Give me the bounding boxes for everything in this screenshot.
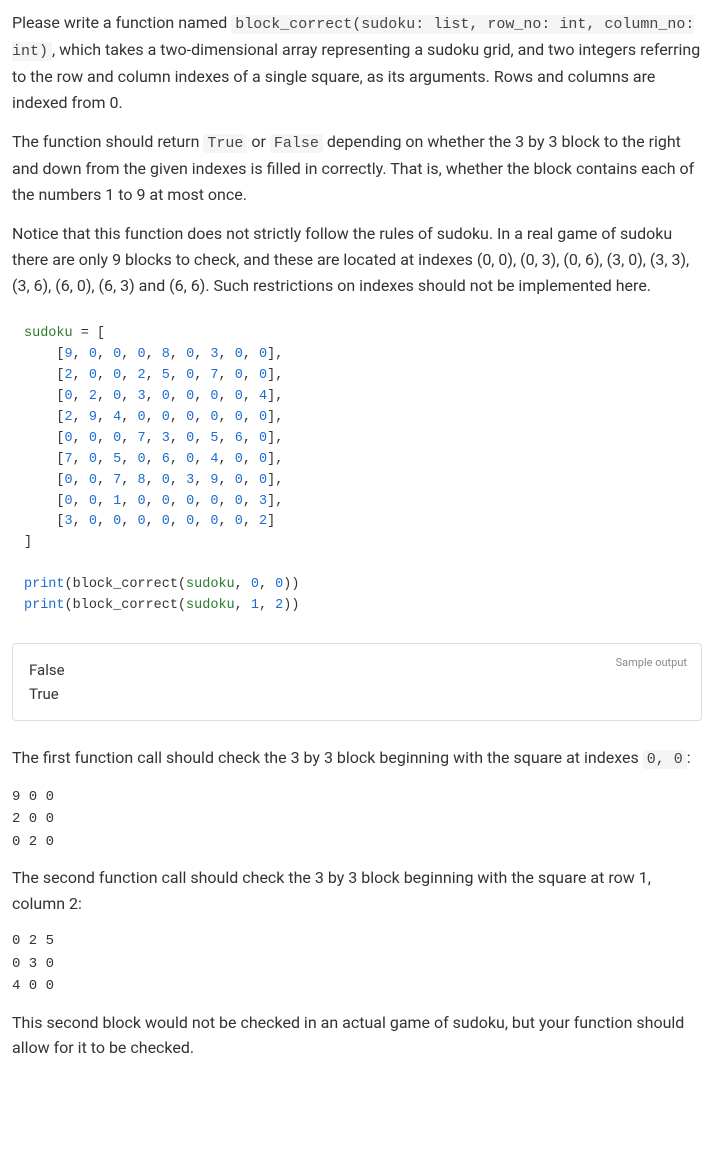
return-paragraph: The function should return True or False… [12, 129, 702, 207]
text: : [687, 748, 691, 767]
closing-paragraph: This second block would not be checked i… [12, 1010, 702, 1061]
text: The function should return [12, 132, 203, 151]
example-code-block: sudoku = [ [9, 0, 0, 0, 8, 0, 3, 0, 0], … [12, 314, 702, 627]
second-block-values: 0 2 5 0 3 0 4 0 0 [12, 930, 702, 997]
sample-output-content: False True [29, 658, 685, 706]
notice-paragraph: Notice that this function does not stric… [12, 221, 702, 298]
second-call-paragraph: The second function call should check th… [12, 865, 702, 916]
text: The first function call should check the… [12, 748, 643, 767]
sample-output-label: Sample output [616, 654, 687, 672]
intro-paragraph: Please write a function named block_corr… [12, 10, 702, 115]
index-code: 0, 0 [643, 750, 687, 769]
text: , which takes a two-dimensional array re… [12, 40, 700, 112]
first-call-paragraph: The first function call should check the… [12, 745, 702, 772]
first-block-values: 9 0 0 2 0 0 0 2 0 [12, 786, 702, 853]
text: or [247, 132, 269, 151]
text: Please write a function named [12, 13, 231, 32]
false-code: False [270, 134, 323, 153]
sample-output-box: Sample output False True [12, 643, 702, 721]
true-code: True [203, 134, 247, 153]
